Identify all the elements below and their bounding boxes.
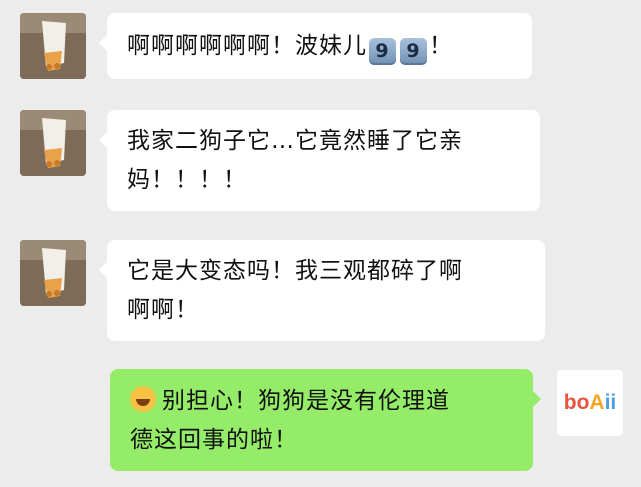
contact-avatar[interactable] — [20, 110, 86, 176]
user-avatar-logo[interactable]: bo Aii — [557, 370, 623, 436]
message-suffix: ！ — [429, 33, 453, 59]
contact-avatar[interactable] — [20, 13, 86, 79]
message-text: 啊啊啊啊啊啊！波妹儿 — [127, 33, 367, 59]
message-bubble[interactable]: 我家二狗子它…它竟然睡了它亲 妈！！！！ — [99, 110, 540, 211]
keycap-9-icon: 9 — [369, 38, 396, 65]
message-line: 别担心！狗狗是没有伦理道 — [162, 388, 450, 414]
message-bubble[interactable]: 它是大变态吗！我三观都碎了啊 啊啊！ — [99, 240, 545, 341]
logo-text: A — [589, 391, 605, 414]
message-line: 啊啊！ — [127, 297, 199, 323]
laughing-crying-emoji-icon — [130, 386, 156, 412]
message-line: 它是大变态吗！我三观都碎了啊 — [127, 258, 463, 284]
message-bubble[interactable]: 啊啊啊啊啊啊！波妹儿 9 9！ — [99, 13, 532, 79]
message-line: 妈！！！！ — [127, 167, 247, 193]
message-line: 德这回事的啦！ — [130, 427, 298, 453]
message-bubble-own[interactable]: 别担心！狗狗是没有伦理道 德这回事的啦！ — [110, 369, 541, 471]
message-line: 我家二狗子它…它竟然睡了它亲 — [127, 128, 463, 154]
keycap-9-icon: 9 — [400, 38, 427, 65]
contact-avatar[interactable] — [20, 240, 86, 306]
logo-text: ii — [604, 391, 617, 414]
logo-text: bo — [563, 391, 590, 414]
